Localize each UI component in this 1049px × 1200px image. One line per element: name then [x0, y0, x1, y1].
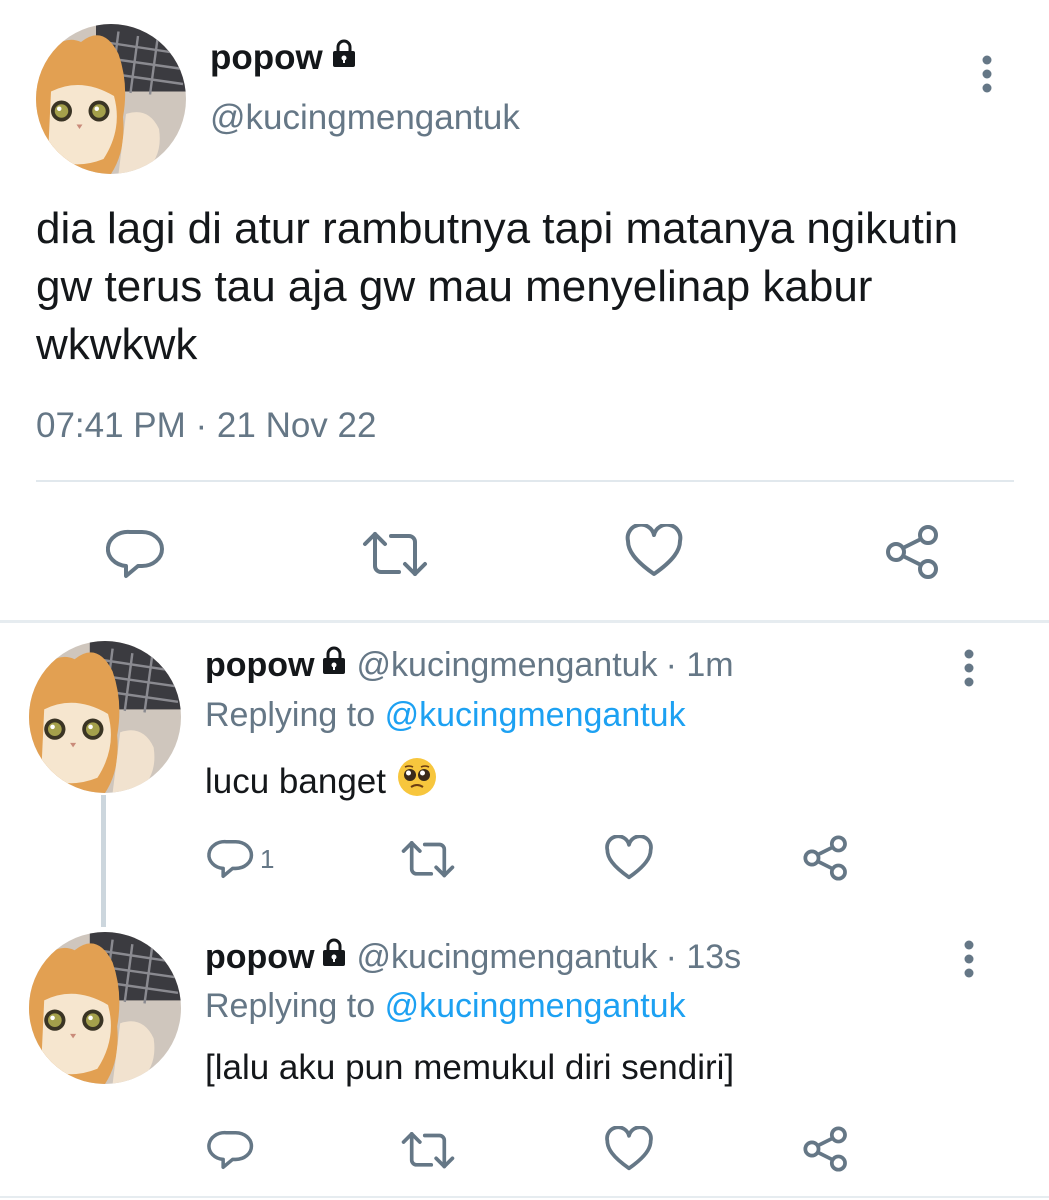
replying-to-line: Replying to @kucingmengantuk — [205, 696, 686, 735]
reply-count: 1 — [260, 843, 275, 874]
tweet-text: dia lagi di atur rambutnya tapi matanya … — [36, 204, 959, 369]
lock-icon — [321, 938, 347, 977]
retweet-icon — [401, 841, 455, 878]
retweet-icon — [363, 532, 427, 576]
reply-time: · 13s — [665, 938, 742, 976]
reply-button[interactable]: 1 — [206, 837, 274, 881]
more-vertical-icon[interactable] — [954, 939, 984, 979]
reply-text-row: [lalu aku pun memukul diri sendiri] — [205, 1048, 734, 1088]
divider — [0, 1196, 1049, 1198]
avatar[interactable] — [36, 24, 186, 174]
retweet-button[interactable] — [400, 1129, 456, 1173]
reply-text: [lalu aku pun memukul diri sendiri] — [205, 1048, 735, 1087]
retweet-icon — [401, 1132, 455, 1169]
lock-icon — [331, 38, 357, 78]
pleading-face-emoji — [396, 756, 438, 807]
user-handle[interactable]: @kucingmengantuk — [210, 98, 520, 138]
share-button[interactable] — [802, 1125, 850, 1173]
share-icon — [803, 835, 847, 881]
lock-icon — [321, 646, 347, 685]
reply-text-row: lucu banget — [205, 756, 438, 807]
like-button[interactable] — [604, 1126, 654, 1174]
reply-header[interactable]: popow @kucingmengantuk · 13s — [205, 938, 741, 977]
like-button[interactable] — [624, 524, 684, 580]
display-name: popow — [210, 38, 323, 77]
heart-icon — [605, 1126, 653, 1171]
share-button[interactable] — [884, 523, 942, 581]
reply-icon — [207, 839, 254, 879]
user-handle: @kucingmengantuk — [356, 646, 658, 684]
replying-to-link[interactable]: @kucingmengantuk — [385, 987, 686, 1025]
avatar[interactable] — [29, 641, 181, 793]
user-handle: @kucingmengantuk — [356, 938, 658, 976]
thread-connector-line — [101, 795, 106, 927]
reply-header[interactable]: popow @kucingmengantuk · 1m — [205, 646, 734, 685]
heart-icon — [625, 524, 683, 576]
cat-avatar-image — [29, 932, 181, 1084]
share-icon — [803, 1126, 847, 1172]
replying-label: Replying to — [205, 696, 376, 734]
display-name-row[interactable]: popow — [210, 38, 357, 78]
like-button[interactable] — [604, 835, 654, 883]
heart-icon — [605, 835, 653, 880]
reply-button[interactable] — [106, 526, 166, 582]
cat-avatar-image — [29, 641, 181, 793]
divider — [36, 480, 1014, 482]
display-name: popow — [205, 646, 315, 684]
more-vertical-icon[interactable] — [954, 648, 984, 688]
more-vertical-icon[interactable] — [972, 54, 1002, 94]
replying-label: Replying to — [205, 987, 376, 1025]
reply-text: lucu banget — [205, 761, 386, 801]
retweet-button[interactable] — [361, 528, 429, 582]
tweet-timestamp[interactable]: 07:41 PM · 21 Nov 22 — [36, 406, 376, 446]
retweet-button[interactable] — [400, 838, 456, 882]
avatar[interactable] — [29, 932, 181, 1084]
replying-to-line: Replying to @kucingmengantuk — [205, 987, 686, 1026]
reply-time: · 1m — [665, 646, 734, 684]
share-button[interactable] — [802, 834, 850, 882]
display-name: popow — [205, 938, 315, 976]
share-icon — [886, 525, 938, 579]
reply-icon — [106, 529, 164, 578]
reply-icon — [207, 1130, 254, 1170]
reply-button[interactable] — [206, 1128, 256, 1172]
section-divider — [0, 620, 1049, 623]
cat-avatar-image — [36, 24, 186, 174]
replying-to-link[interactable]: @kucingmengantuk — [385, 696, 686, 734]
